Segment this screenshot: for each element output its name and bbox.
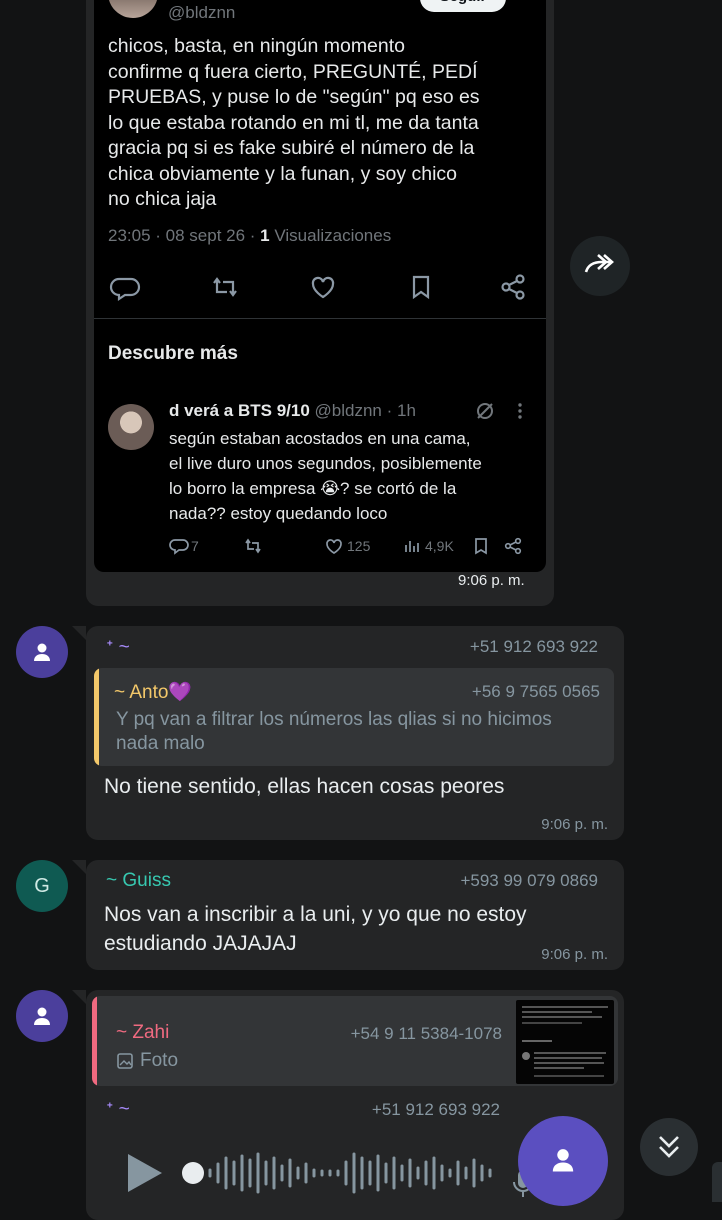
reply-icon — [169, 539, 189, 555]
tweet-views-count: 1 — [260, 226, 270, 245]
message-sender-phone: +593 99 079 0869 — [460, 871, 598, 890]
voice-waveform[interactable] — [204, 1148, 504, 1198]
quoted-sender: ~ Zahi — [116, 1022, 170, 1043]
tweet-author-handle: @bldznn — [168, 3, 236, 22]
related-tweet-avatar — [108, 404, 154, 450]
related-tweet-stats: 7 125 4,9K — [169, 536, 539, 558]
message-text: Nos van a inscribir a la uni, y yo que n… — [104, 903, 527, 955]
forward-button[interactable] — [570, 236, 630, 296]
grok-icon — [477, 403, 493, 419]
message-bubble[interactable]: ᕀ ~ +51 912 693 922 ~ Anto💜 +56 9 7565 0… — [86, 626, 624, 840]
related-tweet-handle: @bldznn · 1h — [309, 401, 416, 420]
retweet-icon — [213, 277, 237, 297]
message-text: No tiene sentido, ellas hacen cosas peor… — [104, 775, 505, 798]
message-sender[interactable]: ᕀ ~ — [106, 636, 130, 659]
person-icon — [34, 1007, 50, 1025]
bookmark-icon — [412, 275, 430, 300]
related-replies-count: 7 — [191, 538, 199, 554]
bubble-tail — [72, 990, 86, 1004]
share-icon — [501, 274, 525, 300]
scroll-to-bottom-button[interactable] — [640, 1118, 698, 1176]
quote-bar — [94, 668, 99, 766]
quoted-message[interactable]: ~ Anto💜 +56 9 7565 0565 Y pq van a filtr… — [94, 668, 614, 766]
tweet-screenshot[interactable]: @bldznn Seguir chicos, basta, en ningún … — [94, 0, 546, 572]
discover-title: Descubre más — [108, 343, 238, 364]
bubble-tail — [72, 626, 86, 640]
message-sender[interactable]: ~ Guiss — [106, 870, 171, 892]
avatar-letter: G — [34, 874, 50, 897]
message-sender[interactable]: ᕀ ~ — [106, 1098, 130, 1121]
quote-bar — [92, 996, 97, 1086]
tweet-meta: 23:05 · 08 sept 26 · 1 Visualizaciones — [108, 226, 391, 246]
quoted-text: Y pq van a filtrar los números las qlias… — [116, 709, 552, 754]
avatar[interactable] — [16, 626, 68, 678]
related-tweet-name: d verá a BTS 9/10 — [169, 401, 310, 420]
avatar[interactable]: G — [16, 860, 68, 912]
tweet-action-bar — [108, 270, 528, 304]
quoted-text: Foto — [140, 1050, 179, 1071]
tweet-author-avatar — [108, 0, 158, 18]
double-chevron-down-icon — [659, 1136, 679, 1158]
related-tweet-header: d verá a BTS 9/10 @bldznn · 1h — [169, 401, 416, 421]
retweet-icon — [245, 538, 261, 554]
related-views-count: 4,9K — [425, 538, 454, 554]
like-icon — [311, 276, 335, 299]
message-bubble[interactable]: ~ Guiss +593 99 079 0869 Nos van a inscr… — [86, 860, 624, 970]
message-time: 9:06 p. m. — [541, 946, 608, 963]
photo-icon — [117, 1053, 133, 1069]
voice-progress-thumb[interactable] — [182, 1162, 204, 1184]
quoted-message[interactable]: ~ Zahi +54 9 11 5384-1078 Foto — [92, 996, 618, 1086]
tweet-timestamp: 23:05 · 08 sept 26 · — [108, 226, 261, 245]
bubble-tail — [72, 860, 86, 874]
message-time: 9:06 p. m. — [458, 572, 525, 589]
sender-avatar-fab[interactable] — [518, 1116, 608, 1206]
quoted-photo-thumbnail — [516, 1000, 614, 1084]
avatar[interactable] — [16, 990, 68, 1042]
share-icon — [504, 537, 522, 555]
quoted-phone: +56 9 7565 0565 — [471, 682, 600, 701]
views-icon — [405, 541, 419, 552]
message-sender-phone: +51 912 693 922 — [469, 637, 598, 656]
person-icon — [34, 643, 50, 661]
like-icon — [326, 539, 342, 554]
reply-icon — [109, 277, 141, 302]
tweet-views-label: Visualizaciones — [269, 226, 392, 245]
forward-icon — [584, 254, 614, 273]
divider — [94, 318, 546, 319]
edge-handle — [712, 1162, 722, 1202]
tweet-follow-button: Seguir — [420, 0, 506, 12]
related-likes-count: 125 — [347, 538, 371, 554]
message-time: 9:06 p. m. — [541, 816, 608, 833]
more-options-icon — [518, 403, 522, 419]
message-sender-phone: +51 912 693 922 — [371, 1100, 500, 1119]
person-icon — [552, 1149, 574, 1172]
quoted-sender: ~ Anto💜 — [114, 682, 193, 703]
related-tweet-text: según estaban acostados en una cama, el … — [169, 429, 482, 523]
bookmark-icon — [475, 538, 487, 555]
quoted-phone: +54 9 11 5384-1078 — [350, 1024, 502, 1043]
play-icon[interactable] — [124, 1150, 166, 1196]
tweet-text: chicos, basta, en ningún momento confirm… — [108, 35, 480, 210]
